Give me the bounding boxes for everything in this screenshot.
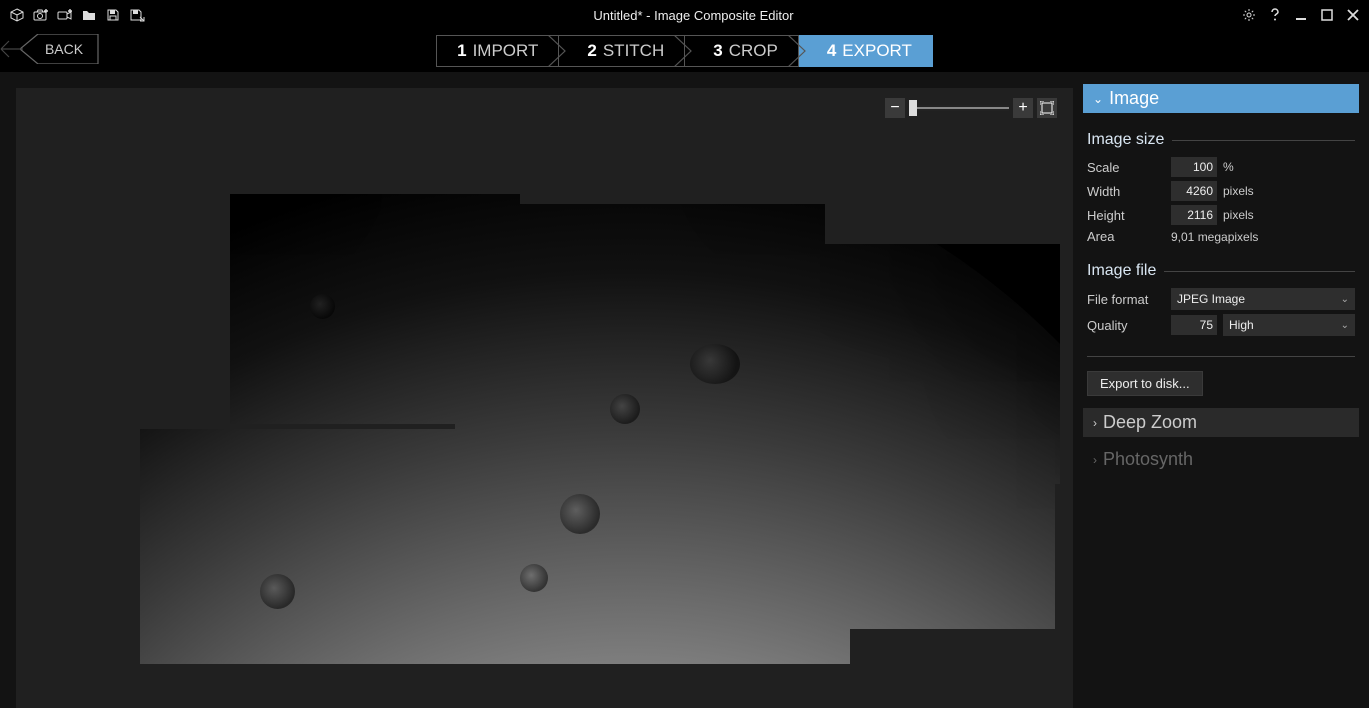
label-format: File format (1087, 292, 1165, 307)
quick-access-toolbar (8, 6, 146, 24)
step-label: EXPORT (842, 41, 912, 61)
chevron-right-icon: › (1093, 453, 1097, 467)
row-quality: Quality High ⌄ (1087, 314, 1355, 336)
label-quality: Quality (1087, 318, 1165, 333)
scale-input[interactable] (1171, 157, 1217, 177)
quality-preset-select[interactable]: High ⌄ (1223, 314, 1355, 336)
maximize-icon[interactable] (1319, 7, 1335, 23)
video-add-icon[interactable] (56, 6, 74, 24)
chevron-down-icon: ⌄ (1341, 320, 1349, 331)
label-width: Width (1087, 184, 1165, 199)
area-value: 9,01 megapixels (1171, 230, 1258, 244)
svg-text:BACK: BACK (45, 41, 84, 57)
save-icon[interactable] (104, 6, 122, 24)
accordion-image: ⌄ Image Image size Scale % Width pixels … (1083, 84, 1359, 400)
zoom-out-button[interactable]: − (885, 98, 905, 118)
label-scale: Scale (1087, 160, 1165, 175)
settings-icon[interactable] (1241, 7, 1257, 23)
accordion-title: Deep Zoom (1103, 412, 1197, 433)
step-crop[interactable]: 3 CROP (685, 35, 799, 67)
step-number: 4 (827, 41, 836, 61)
close-icon[interactable] (1345, 7, 1361, 23)
accordion-header-deep-zoom[interactable]: › Deep Zoom (1083, 408, 1359, 437)
row-area: Area 9,01 megapixels (1087, 229, 1355, 244)
zoom-slider[interactable] (909, 105, 1009, 111)
accordion-header-image[interactable]: ⌄ Image (1083, 84, 1359, 113)
minimize-icon[interactable] (1293, 7, 1309, 23)
chevron-down-icon: ⌄ (1341, 294, 1349, 305)
back-button[interactable]: BACK (20, 34, 100, 64)
step-label: STITCH (603, 41, 664, 61)
divider (1087, 356, 1355, 357)
accordion-deep-zoom: › Deep Zoom (1083, 408, 1359, 437)
step-number: 1 (457, 41, 466, 61)
unit-pixels: pixels (1223, 208, 1254, 222)
save-as-icon[interactable] (128, 6, 146, 24)
section-image-file: Image file (1087, 262, 1355, 280)
export-to-disk-button[interactable]: Export to disk... (1087, 371, 1203, 396)
zoom-toolbar: − + (885, 98, 1057, 118)
export-panel: ⌄ Image Image size Scale % Width pixels … (1073, 72, 1369, 708)
width-input[interactable] (1171, 181, 1217, 201)
step-stitch[interactable]: 2 STITCH (559, 35, 685, 67)
accordion-photosynth: › Photosynth (1083, 445, 1359, 474)
zoom-slider-thumb[interactable] (909, 100, 917, 116)
row-scale: Scale % (1087, 157, 1355, 177)
title-bar: Untitled* - Image Composite Editor (0, 0, 1369, 30)
step-import[interactable]: 1 IMPORT (436, 35, 559, 67)
panorama-preview (90, 194, 1000, 664)
preview-canvas[interactable]: − + (16, 88, 1073, 708)
accordion-title: Photosynth (1103, 449, 1193, 470)
format-value: JPEG Image (1177, 292, 1245, 306)
label-area: Area (1087, 229, 1165, 244)
fit-to-screen-button[interactable] (1037, 98, 1057, 118)
accordion-title: Image (1109, 88, 1159, 109)
chevron-down-icon: ⌄ (1093, 92, 1103, 106)
label-height: Height (1087, 208, 1165, 223)
window-title: Untitled* - Image Composite Editor (146, 8, 1241, 23)
row-format: File format JPEG Image ⌄ (1087, 288, 1355, 310)
main-area: − + (0, 72, 1369, 708)
format-select[interactable]: JPEG Image ⌄ (1171, 288, 1355, 310)
accordion-header-photosynth: › Photosynth (1083, 445, 1359, 474)
quality-preset-value: High (1229, 318, 1254, 332)
folder-icon[interactable] (80, 6, 98, 24)
unit-percent: % (1223, 160, 1234, 174)
accordion-body-image: Image size Scale % Width pixels Height p… (1083, 113, 1359, 400)
quality-input[interactable] (1171, 315, 1217, 335)
camera-add-icon[interactable] (32, 6, 50, 24)
help-icon[interactable] (1267, 7, 1283, 23)
system-buttons (1241, 7, 1361, 23)
workflow-bar: BACK 1 IMPORT 2 STITCH 3 CROP 4 EXPORT (0, 30, 1369, 72)
unit-pixels: pixels (1223, 184, 1254, 198)
cube-icon[interactable] (8, 6, 26, 24)
step-number: 3 (713, 41, 722, 61)
step-number: 2 (587, 41, 596, 61)
step-label: IMPORT (473, 41, 539, 61)
chevron-right-icon: › (1093, 416, 1097, 430)
row-height: Height pixels (1087, 205, 1355, 225)
height-input[interactable] (1171, 205, 1217, 225)
row-width: Width pixels (1087, 181, 1355, 201)
workflow-steps: 1 IMPORT 2 STITCH 3 CROP 4 EXPORT (436, 35, 933, 67)
step-label: CROP (729, 41, 778, 61)
step-export[interactable]: 4 EXPORT (799, 35, 933, 67)
section-image-size: Image size (1087, 131, 1355, 149)
zoom-in-button[interactable]: + (1013, 98, 1033, 118)
